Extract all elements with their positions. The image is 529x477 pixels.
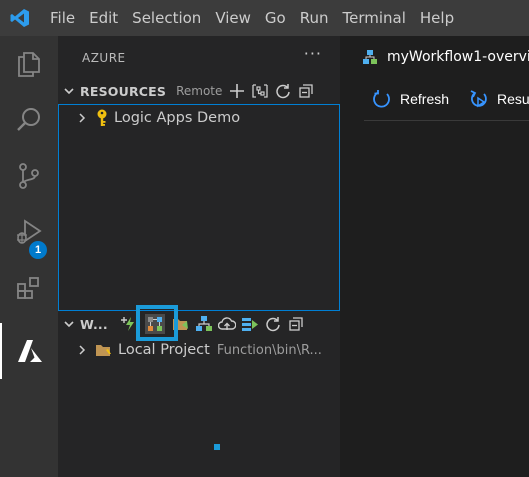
menu-bar: File Edit Selection View Go Run Terminal… [0, 0, 529, 36]
menu-run[interactable]: Run [293, 0, 336, 36]
tab-label: myWorkflow1-overvi [387, 48, 529, 65]
tree-item-label: Logic Apps Demo [114, 110, 241, 126]
refresh-icon [372, 89, 392, 109]
tab-myworkflow1-overview[interactable]: myWorkflow1-overvi [340, 36, 529, 77]
tree-item-description: Function\bin\R... [216, 342, 322, 358]
highlight-box [136, 305, 178, 341]
tree-item-local-project[interactable]: Local Project Function\bin\R... [76, 339, 322, 361]
menu-go[interactable]: Go [258, 0, 293, 36]
loading-indicator [214, 444, 220, 450]
refresh-icon[interactable] [273, 81, 293, 101]
refresh-icon[interactable] [263, 314, 283, 334]
menu-help[interactable]: Help [413, 0, 461, 36]
tab-bar: myWorkflow1-overvi [340, 36, 529, 77]
activity-source-control[interactable] [0, 148, 58, 204]
activity-bar: 1 [0, 36, 58, 477]
azure-icon [18, 340, 42, 362]
deploy-slot-icon[interactable] [240, 314, 260, 334]
activity-extensions[interactable] [0, 260, 58, 316]
vscode-logo-icon [0, 0, 40, 36]
tree-item-logic-apps-demo[interactable]: Logic Apps Demo [76, 107, 240, 129]
menu-file[interactable]: File [40, 0, 82, 36]
activity-run-debug[interactable]: 1 [0, 204, 58, 260]
chevron-right-icon [76, 112, 90, 124]
chevron-down-icon [58, 85, 80, 97]
tree-item-label: Local Project [118, 342, 210, 358]
chevron-right-icon [76, 344, 90, 356]
group-by-icon[interactable] [250, 81, 270, 101]
activity-explorer[interactable] [0, 36, 58, 92]
collapse-all-icon[interactable] [286, 314, 306, 334]
editor-toolbar: Refresh Resu [364, 77, 529, 121]
folder-icon [90, 342, 118, 358]
activity-search[interactable] [0, 92, 58, 148]
menu-selection[interactable]: Selection [125, 0, 208, 36]
extensions-icon [17, 277, 39, 299]
menu-view[interactable]: View [208, 0, 258, 36]
azure-sidebar: AZURE ··· RESOURCES Remote Logic Apps De… [58, 36, 340, 477]
key-icon [90, 109, 114, 127]
source-control-icon [19, 163, 39, 189]
sidebar-title: AZURE [82, 51, 126, 65]
more-actions-icon[interactable]: ··· [304, 44, 322, 63]
deploy-cloud-icon[interactable] [217, 314, 237, 334]
activity-azure[interactable] [0, 323, 58, 379]
resources-tree: Logic Apps Demo [58, 104, 340, 311]
resources-section-header[interactable]: RESOURCES Remote [58, 78, 340, 104]
workflow-icon [362, 49, 378, 65]
workspace-section-header[interactable]: W... [58, 311, 340, 337]
refresh-button[interactable]: Refresh [372, 89, 449, 109]
chevron-down-icon [58, 318, 80, 330]
editor-area: myWorkflow1-overvi Refresh Resu [340, 36, 529, 477]
add-icon[interactable] [227, 81, 247, 101]
collapse-all-icon[interactable] [296, 81, 316, 101]
resources-description: Remote [176, 84, 223, 98]
resubmit-button[interactable]: Resu [469, 89, 529, 109]
resubmit-icon [469, 89, 489, 109]
resources-title: RESOURCES [80, 83, 167, 99]
explorer-icon [18, 52, 40, 77]
search-icon [17, 108, 40, 131]
debug-badge: 1 [29, 241, 47, 259]
resubmit-label: Resu [497, 90, 529, 107]
workspace-title: W... [80, 316, 108, 332]
menu-edit[interactable]: Edit [82, 0, 125, 36]
menu-terminal[interactable]: Terminal [336, 0, 413, 36]
deploy-workflow-icon[interactable] [194, 314, 214, 334]
refresh-label: Refresh [400, 90, 450, 107]
